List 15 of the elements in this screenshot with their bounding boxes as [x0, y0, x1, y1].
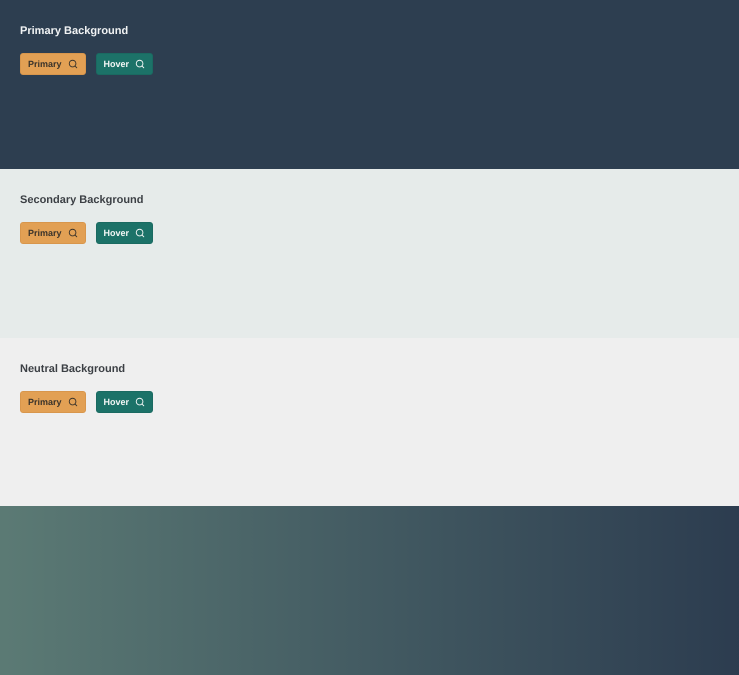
- search-icon: [68, 228, 78, 238]
- hover-button[interactable]: Hover: [96, 53, 154, 75]
- primary-button[interactable]: Primary: [20, 53, 86, 75]
- section-title: Neutral Background: [20, 362, 126, 377]
- hover-button[interactable]: Hover: [96, 222, 154, 244]
- search-icon: [68, 397, 78, 407]
- primary-button[interactable]: Primary: [20, 222, 86, 244]
- hover-button[interactable]: Hover: [96, 391, 154, 413]
- section-title: Primary Background: [20, 24, 130, 39]
- search-icon: [135, 228, 146, 238]
- section-title: Secondary Background: [20, 193, 144, 208]
- search-icon: [135, 59, 146, 69]
- primary-button[interactable]: Primary: [20, 391, 86, 413]
- search-icon: [68, 59, 78, 69]
- search-icon: [135, 397, 146, 407]
